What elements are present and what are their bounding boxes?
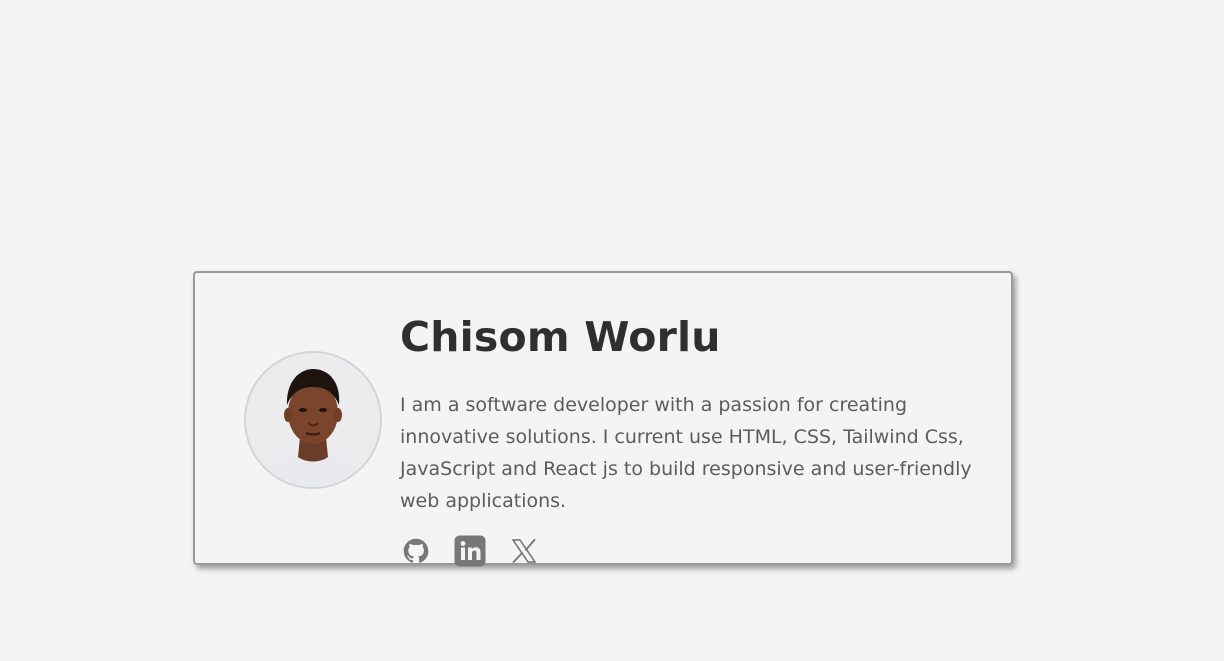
linkedin-icon [454, 535, 486, 567]
linkedin-link[interactable] [454, 535, 486, 567]
profile-content: Chisom Worlu I am a software developer w… [400, 311, 990, 567]
github-icon [403, 538, 429, 563]
profile-name: Chisom Worlu [400, 313, 721, 361]
x-link[interactable] [508, 535, 540, 567]
x-icon [512, 538, 536, 564]
profile-card: Chisom Worlu I am a software developer w… [193, 271, 1013, 567]
github-link[interactable] [400, 535, 432, 567]
profile-bio: I am a software developer with a passion… [400, 394, 972, 512]
avatar-photo [246, 353, 380, 487]
social-links [400, 535, 990, 567]
avatar [244, 351, 382, 489]
